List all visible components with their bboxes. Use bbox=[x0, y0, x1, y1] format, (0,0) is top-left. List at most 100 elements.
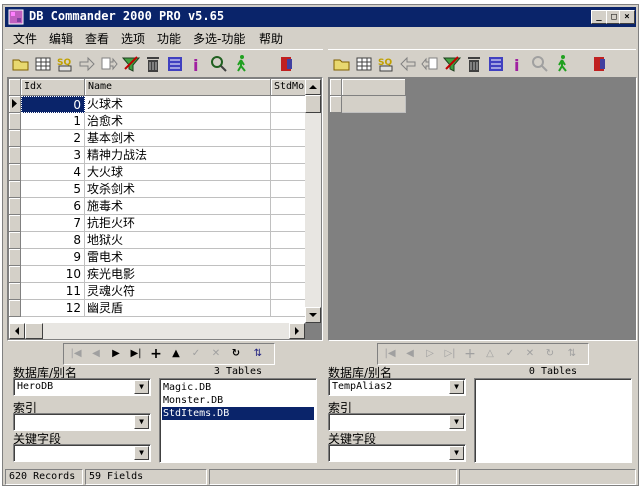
row-indicator[interactable] bbox=[9, 181, 21, 198]
cell-name[interactable]: 雷电术 bbox=[85, 249, 271, 266]
chevron-down-icon[interactable]: ▼ bbox=[134, 380, 149, 394]
chevron-down-icon[interactable]: ▼ bbox=[449, 380, 464, 394]
cell-idx[interactable]: 5 bbox=[21, 181, 85, 198]
row-indicator[interactable] bbox=[9, 300, 21, 317]
cell-stdmo[interactable] bbox=[271, 147, 305, 164]
insert-record-icon[interactable]: + bbox=[462, 346, 478, 362]
table-row[interactable]: 0 火球术 bbox=[9, 96, 305, 113]
last-record-icon[interactable]: ▷| bbox=[442, 346, 458, 362]
last-record-icon[interactable]: ▶| bbox=[128, 346, 144, 362]
arrow-left-icon[interactable] bbox=[398, 54, 418, 74]
delete-record-icon[interactable]: △ bbox=[482, 346, 498, 362]
prior-record-icon[interactable]: ◀ bbox=[88, 346, 104, 362]
table-row[interactable]: 12 幽灵盾 bbox=[9, 300, 305, 317]
menu-view[interactable]: 查看 bbox=[85, 30, 109, 47]
left-grid-vscrollbar[interactable] bbox=[305, 79, 321, 323]
row-indicator[interactable] bbox=[9, 232, 21, 249]
cell-name[interactable]: 疾光电影 bbox=[85, 266, 271, 283]
chevron-down-icon[interactable]: ▼ bbox=[449, 446, 464, 460]
minimize-button[interactable]: _ bbox=[591, 10, 607, 24]
cell-stdmo[interactable] bbox=[271, 130, 305, 147]
insert-record-icon[interactable]: + bbox=[148, 346, 164, 362]
column-header-stdmo[interactable]: StdMo bbox=[271, 79, 305, 96]
sql-icon[interactable]: SQ bbox=[55, 54, 75, 74]
menu-options[interactable]: 选项 bbox=[121, 30, 145, 47]
cell-idx[interactable]: 1 bbox=[21, 113, 85, 130]
refresh-icon[interactable]: ↻ bbox=[542, 346, 558, 362]
right-db-combo[interactable]: TempAlias2 ▼ bbox=[328, 378, 466, 396]
list-item[interactable]: Magic.DB bbox=[162, 381, 314, 394]
chevron-down-icon[interactable]: ▼ bbox=[134, 415, 149, 429]
menu-multi-functions[interactable]: 多选-功能 bbox=[193, 30, 245, 47]
left-hscroll-thumb[interactable] bbox=[25, 323, 43, 339]
cell-stdmo[interactable] bbox=[271, 96, 305, 113]
filter-icon[interactable] bbox=[442, 54, 462, 74]
title-bar[interactable]: DB Commander 2000 PRO v5.65 _ □ × bbox=[5, 7, 636, 27]
structure-icon[interactable] bbox=[486, 54, 506, 74]
cell-stdmo[interactable] bbox=[271, 300, 305, 317]
info-icon[interactable]: i bbox=[508, 54, 528, 75]
row-indicator[interactable] bbox=[9, 198, 21, 215]
row-indicator[interactable] bbox=[9, 215, 21, 232]
table-icon[interactable] bbox=[33, 54, 53, 74]
cell-stdmo[interactable] bbox=[271, 249, 305, 266]
sql-icon[interactable]: SQ bbox=[376, 54, 396, 74]
row-indicator[interactable] bbox=[9, 164, 21, 181]
close-button[interactable]: × bbox=[619, 10, 635, 24]
search-icon[interactable] bbox=[209, 54, 229, 74]
menu-file[interactable]: 文件 bbox=[13, 30, 37, 47]
cell-stdmo[interactable] bbox=[271, 198, 305, 215]
table-row[interactable]: 5 攻杀剑术 bbox=[9, 181, 305, 198]
scroll-up-button[interactable] bbox=[305, 79, 321, 95]
run-icon[interactable] bbox=[231, 54, 251, 74]
table-row[interactable]: 3 精神力战法 bbox=[9, 147, 305, 164]
post-record-icon[interactable]: ✓ bbox=[188, 346, 204, 362]
list-item[interactable]: Monster.DB bbox=[162, 394, 314, 407]
cancel-record-icon[interactable]: ✕ bbox=[522, 346, 538, 362]
right-data-grid[interactable] bbox=[330, 79, 635, 339]
cell-idx[interactable]: 2 bbox=[21, 130, 85, 147]
cell-stdmo[interactable] bbox=[271, 266, 305, 283]
cell-idx[interactable]: 0 bbox=[21, 96, 85, 113]
cell-name[interactable]: 幽灵盾 bbox=[85, 300, 271, 317]
cell-stdmo[interactable] bbox=[271, 232, 305, 249]
right-tables-list[interactable] bbox=[474, 378, 632, 463]
table-icon[interactable] bbox=[354, 54, 374, 74]
cell-stdmo[interactable] bbox=[271, 283, 305, 300]
cell-name[interactable]: 抗拒火环 bbox=[85, 215, 271, 232]
next-record-icon[interactable]: ▶ bbox=[108, 346, 124, 362]
scroll-left-button[interactable] bbox=[9, 323, 25, 339]
filter-icon[interactable] bbox=[121, 54, 141, 74]
cell-idx[interactable]: 7 bbox=[21, 215, 85, 232]
first-record-icon[interactable]: |◀ bbox=[382, 346, 398, 362]
table-row[interactable]: 7 抗拒火环 bbox=[9, 215, 305, 232]
cancel-record-icon[interactable]: ✕ bbox=[208, 346, 224, 362]
prior-record-icon[interactable]: ◀ bbox=[402, 346, 418, 362]
trash-icon[interactable] bbox=[143, 54, 163, 74]
exit-icon[interactable] bbox=[277, 54, 297, 74]
left-grid-hscrollbar[interactable] bbox=[9, 323, 305, 339]
copy-left-icon[interactable] bbox=[420, 54, 440, 74]
exit-icon[interactable] bbox=[590, 54, 610, 74]
column-header-idx[interactable]: Idx bbox=[21, 79, 85, 96]
post-record-icon[interactable]: ✓ bbox=[502, 346, 518, 362]
scroll-right-button[interactable] bbox=[289, 323, 305, 339]
cell-stdmo[interactable] bbox=[271, 215, 305, 232]
cell-idx[interactable]: 4 bbox=[21, 164, 85, 181]
cell-name[interactable]: 攻杀剑术 bbox=[85, 181, 271, 198]
cell-idx[interactable]: 10 bbox=[21, 266, 85, 283]
next-record-icon[interactable]: ▷ bbox=[422, 346, 438, 362]
cell-stdmo[interactable] bbox=[271, 113, 305, 130]
sort-icon[interactable]: ⇅ bbox=[564, 346, 580, 362]
sort-icon[interactable]: ⇅ bbox=[250, 346, 266, 362]
row-indicator[interactable] bbox=[9, 283, 21, 300]
copy-right-icon[interactable] bbox=[99, 54, 119, 74]
cell-idx[interactable]: 3 bbox=[21, 147, 85, 164]
left-key-combo[interactable]: ▼ bbox=[13, 444, 151, 462]
info-icon[interactable]: i bbox=[187, 54, 207, 75]
structure-icon[interactable] bbox=[165, 54, 185, 74]
trash-icon[interactable] bbox=[464, 54, 484, 74]
table-row[interactable]: 6 施毒术 bbox=[9, 198, 305, 215]
run-icon[interactable] bbox=[552, 54, 572, 74]
delete-record-icon[interactable]: ▲ bbox=[168, 346, 184, 362]
